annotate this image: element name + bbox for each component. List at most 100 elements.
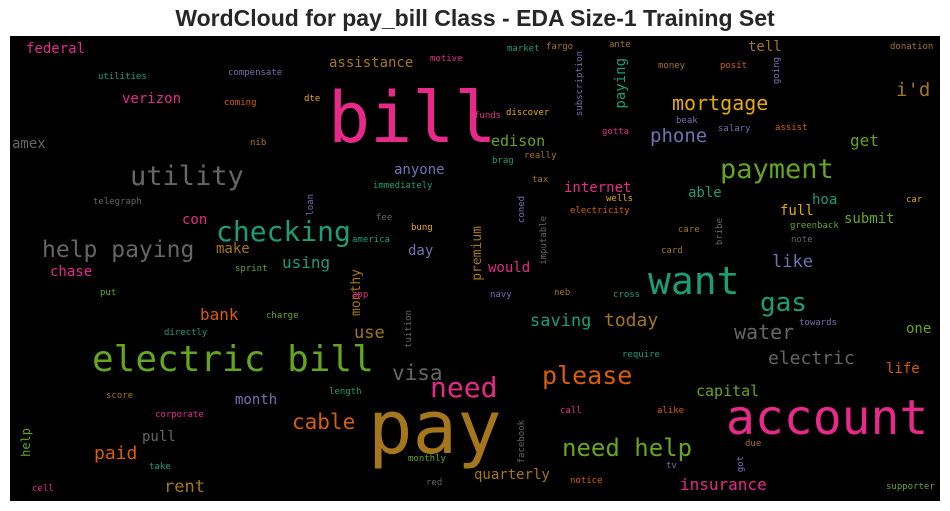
word-bung: bung (411, 223, 433, 233)
chart-title: WordCloud for pay_bill Class - EDA Size-… (175, 5, 775, 31)
word-discover: discover (506, 108, 550, 118)
word-assistance: assistance (329, 55, 414, 71)
word-coming: coming (224, 98, 257, 108)
word-bill: bill (328, 77, 497, 159)
word-due: due (745, 439, 762, 449)
word-would: would (488, 260, 531, 276)
word-fee: fee (376, 213, 393, 223)
word-donation: donation (890, 42, 934, 52)
word-paying: paying (613, 58, 629, 109)
word-utilities: utilities (98, 72, 147, 82)
word-imputable: imputable (539, 216, 549, 265)
word-put: put (100, 288, 117, 298)
word-loan: loan (306, 194, 316, 216)
word-tax: tax (532, 175, 549, 185)
word-hoa: hoa (812, 192, 838, 208)
word-chase: chase (50, 264, 93, 280)
word-app: app (352, 290, 369, 300)
word-visa: visa (392, 361, 443, 385)
word-dte: dte (304, 94, 321, 104)
word-note: note (791, 235, 813, 245)
word-compensate: compensate (228, 68, 283, 78)
word-pull: pull (142, 429, 176, 445)
word-car: car (906, 195, 923, 205)
word-neb: neb (554, 288, 571, 298)
word-money: money (658, 61, 686, 71)
word-account: account (726, 390, 929, 446)
word-salary: salary (718, 124, 751, 134)
word-assist: assist (775, 123, 808, 133)
word-rent: rent (164, 477, 205, 497)
word-internet: internet (564, 180, 632, 196)
word-market: market (507, 44, 540, 54)
word-beak: beak (676, 116, 698, 126)
word-want: want (648, 259, 740, 303)
wordcloud-canvas: pay bill account want electric bill checking p… (10, 36, 940, 501)
word-payment: payment (720, 154, 834, 185)
word-please: please (542, 361, 633, 390)
word-brag: brag (492, 156, 514, 166)
word-full: full (780, 203, 814, 219)
word-red: red (426, 478, 443, 488)
word-quarterly: quarterly (474, 467, 550, 483)
word-posit: posit (720, 61, 748, 71)
word-immediately: immediately (373, 181, 433, 191)
word-use: use (354, 323, 385, 343)
word-electric: electric (768, 348, 855, 369)
word-card: card (661, 246, 683, 256)
word-phone: phone (650, 125, 708, 147)
word-cross: cross (613, 290, 641, 300)
word-one: one (906, 321, 932, 337)
word-care: care (678, 225, 700, 235)
word-using: using (282, 253, 331, 272)
word-charge: charge (266, 311, 299, 321)
word-con: con (182, 212, 208, 228)
word-notice: notice (570, 476, 603, 486)
word-amex: amex (12, 136, 46, 152)
word-call: call (560, 406, 582, 416)
word-gas: gas (760, 288, 807, 318)
word-premium: premium (470, 226, 485, 281)
word-nib: nib (250, 138, 267, 148)
word-insurance: insurance (680, 475, 767, 494)
word-day: day (408, 243, 434, 259)
word-wells: wells (606, 194, 634, 204)
word-anyone: anyone (394, 162, 445, 178)
word-funds: funds (474, 111, 502, 121)
word-federal: federal (26, 41, 86, 57)
word-fargo: fargo (546, 42, 574, 52)
word-mortgage: mortgage (672, 91, 769, 115)
word-able: able (688, 185, 722, 201)
word-tv: tv (666, 461, 677, 471)
word-got: got (736, 456, 746, 473)
word-electric-bill: electric bill (92, 339, 374, 380)
word-really: really (524, 151, 557, 161)
word-cable: cable (292, 410, 356, 434)
word-subscription: subscription (575, 51, 585, 117)
word-gotta: gotta (602, 127, 630, 137)
word-supporter: supporter (886, 482, 935, 492)
word-need-help: need help (562, 434, 693, 462)
word-saving: saving (530, 311, 592, 331)
word-take: take (149, 462, 171, 472)
word-paid: paid (94, 443, 138, 464)
word-bribe: bribe (715, 218, 725, 246)
word-require: require (622, 350, 660, 360)
word-make: make (216, 241, 250, 257)
word-bank: bank (200, 305, 239, 324)
word-cell: cell (32, 484, 54, 494)
word-edison: edison (491, 132, 546, 150)
word-capital: capital (696, 382, 760, 400)
word-navy: navy (490, 290, 512, 300)
word-get: get (850, 131, 879, 150)
word-coned: coned (517, 196, 527, 224)
word-telegraph: telegraph (93, 197, 142, 207)
word-motive: motive (430, 54, 463, 64)
word-like: like (772, 252, 813, 272)
word-monthly: monthly (408, 454, 446, 464)
word-going: going (772, 57, 782, 85)
word-month: month (235, 392, 278, 408)
word-help: help (19, 428, 33, 457)
word-i-d: i'd (896, 79, 931, 101)
word-directly: directly (164, 328, 208, 338)
